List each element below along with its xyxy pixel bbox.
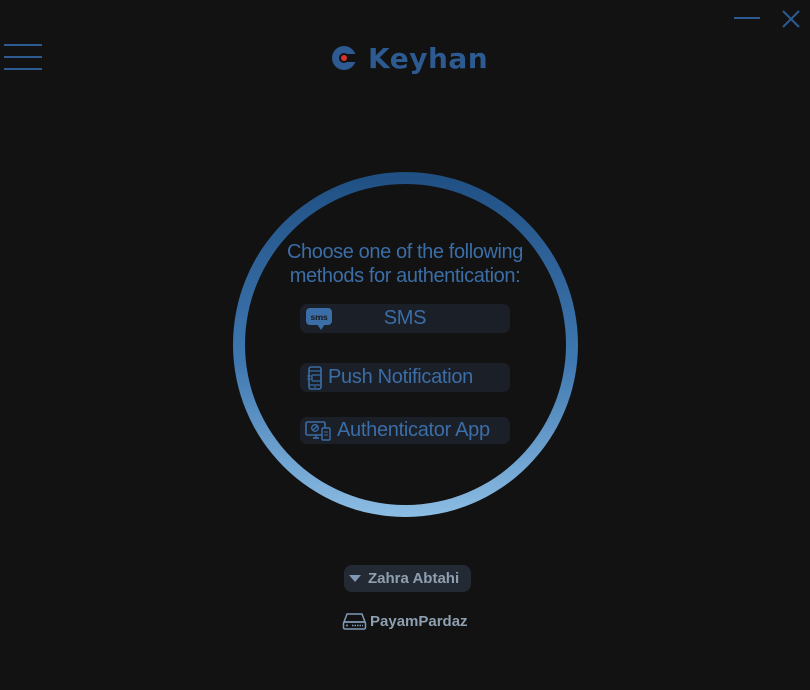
app-name: Keyhan	[368, 41, 489, 75]
push-notification-label: Push Notification	[328, 366, 473, 388]
company-name: PayamPardaz	[370, 612, 468, 630]
sms-method-button[interactable]: sms SMS	[300, 304, 510, 333]
close-button[interactable]	[780, 8, 802, 30]
auth-prompt-line1: Choose one of the following	[286, 241, 524, 263]
auth-prompt: Choose one of the following methods for …	[258, 240, 552, 288]
hamburger-line	[4, 56, 42, 58]
keyhan-logo-icon	[332, 46, 357, 70]
caret-down-icon	[349, 575, 361, 582]
minimize-button[interactable]	[734, 12, 760, 24]
user-dropdown[interactable]: Zahra Abtahi	[344, 565, 471, 592]
authenticator-app-label: Authenticator App	[337, 419, 490, 441]
auth-ring-inner	[245, 184, 566, 505]
brand: Keyhan	[330, 38, 488, 78]
close-icon	[782, 10, 800, 28]
authenticator-devices-icon	[305, 420, 332, 442]
server-device-icon	[342, 613, 367, 630]
menu-button[interactable]	[4, 42, 42, 72]
authenticator-app-method-button[interactable]: Authenticator App	[300, 417, 510, 444]
auth-prompt-line2: methods for authentication:	[289, 265, 521, 287]
app-window: Keyhan Choose one of the following metho…	[0, 0, 810, 690]
auth-ring	[233, 172, 578, 517]
company-info: PayamPardaz	[342, 610, 468, 632]
sms-label: SMS	[383, 307, 427, 329]
push-notification-method-button[interactable]: Push Notification	[300, 363, 510, 392]
hamburger-menu-icon	[4, 44, 42, 46]
user-name: Zahra Abtahi	[368, 570, 460, 587]
mobile-phone-icon	[306, 365, 324, 390]
hamburger-line	[4, 68, 42, 70]
